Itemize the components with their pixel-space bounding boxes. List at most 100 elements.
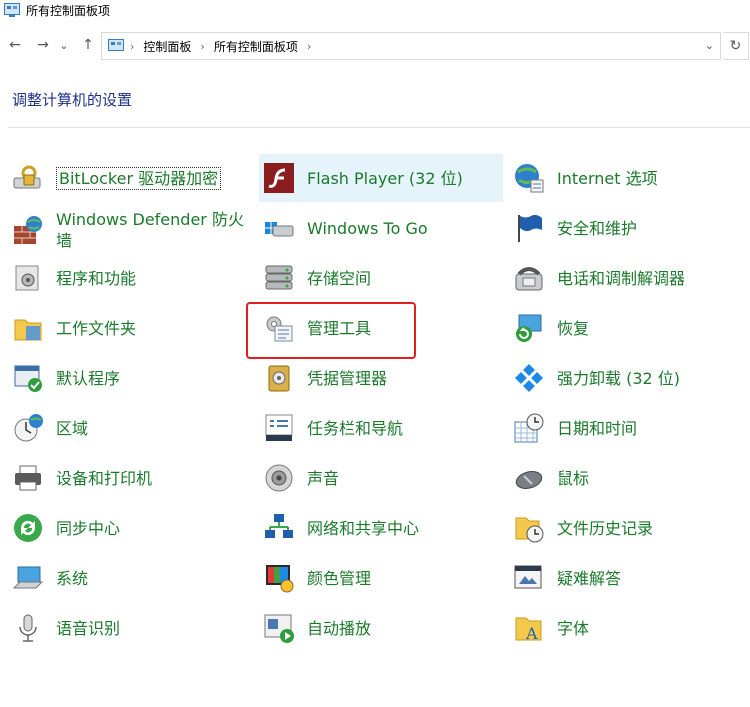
region-icon — [14, 414, 43, 442]
internet-icon — [515, 164, 544, 193]
item-programs[interactable]: 程序和功能 — [12, 254, 242, 302]
bitlocker-icon — [13, 165, 41, 189]
up-button[interactable]: ↑ — [79, 36, 97, 54]
item-internet-options[interactable]: Internet 选项 — [513, 154, 743, 202]
item-security-maintenance[interactable]: 安全和维护 — [513, 204, 743, 252]
item-default-programs[interactable]: 默认程序 — [12, 354, 242, 402]
item-taskbar-navigation[interactable]: 任务栏和导航 — [263, 404, 493, 452]
network-icon — [265, 514, 293, 538]
font-icon: A — [515, 617, 542, 643]
item-label: 设备和打印机 — [56, 468, 153, 488]
breadcrumb-control-panel[interactable]: 控制面板 — [143, 38, 191, 55]
default-programs-icon — [14, 365, 42, 392]
item-region[interactable]: 区域 — [12, 404, 242, 452]
work-folders-icon — [14, 319, 42, 341]
item-label: 鼠标 — [557, 468, 590, 488]
item-label: 系统 — [56, 568, 89, 588]
item-label: 工作文件夹 — [56, 318, 137, 338]
page-heading: 调整计算机的设置 — [12, 91, 133, 109]
item-label: 默认程序 — [56, 368, 121, 388]
item-network-sharing[interactable]: 网络和共享中心 — [263, 504, 493, 552]
item-label: 颜色管理 — [307, 568, 372, 588]
item-sync-center[interactable]: 同步中心 — [12, 504, 242, 552]
item-sound[interactable]: 声音 — [263, 454, 493, 502]
svg-text:A: A — [525, 624, 538, 643]
troubleshoot-icon — [514, 565, 542, 589]
storage-icon — [265, 265, 293, 290]
item-fonts[interactable]: A 字体 — [513, 604, 743, 652]
item-label: Windows To Go — [307, 218, 428, 238]
item-label: 恢复 — [557, 318, 590, 338]
refresh-button[interactable]: ↻ — [723, 32, 749, 60]
item-label: 文件历史记录 — [557, 518, 654, 538]
item-speech-recognition[interactable]: 语音识别 — [12, 604, 242, 652]
usb-drive-icon — [265, 222, 294, 237]
item-label: 字体 — [557, 618, 590, 638]
breadcrumb-separator[interactable]: › — [307, 40, 311, 53]
item-label: 任务栏和导航 — [307, 418, 404, 438]
item-label: 日期和时间 — [557, 418, 638, 438]
title-bar: 所有控制面板项 — [0, 0, 750, 20]
color-icon — [266, 565, 294, 593]
item-label: 区域 — [56, 418, 89, 438]
credential-icon — [268, 365, 290, 392]
item-label: 疑难解答 — [557, 568, 622, 588]
uninstall-icon — [515, 364, 543, 392]
mouse-icon — [515, 471, 543, 489]
item-credential-manager[interactable]: 凭据管理器 — [263, 354, 493, 402]
item-windows-to-go[interactable]: Windows To Go — [263, 204, 493, 252]
forward-button[interactable]: → — [34, 36, 52, 54]
item-recovery[interactable]: 恢复 — [513, 304, 743, 352]
item-color-management[interactable]: 颜色管理 — [263, 554, 493, 602]
item-label: Windows Defender 防火墙 — [56, 210, 244, 250]
highlight-annotation-box — [246, 302, 416, 359]
firewall-icon — [14, 216, 42, 244]
breadcrumb-all-items[interactable]: 所有控制面板项 — [214, 38, 298, 55]
item-label: 电话和调制解调器 — [557, 268, 686, 288]
item-troubleshooting[interactable]: 疑难解答 — [513, 554, 743, 602]
item-phone-modem[interactable]: 电话和调制解调器 — [513, 254, 743, 302]
item-flash-player[interactable]: Flash Player (32 位) — [259, 154, 503, 202]
file-history-icon — [515, 517, 544, 543]
item-storage-spaces[interactable]: 存储空间 — [263, 254, 493, 302]
item-label: BitLocker 驱动器加密 — [56, 166, 222, 190]
address-dropdown-button[interactable]: ⌄ — [705, 39, 714, 52]
window-title: 所有控制面板项 — [26, 3, 111, 18]
item-devices-printers[interactable]: 设备和打印机 — [12, 454, 242, 502]
speaker-icon — [265, 464, 293, 492]
recovery-icon — [516, 314, 542, 342]
item-label: 网络和共享中心 — [307, 518, 420, 538]
item-uninstall[interactable]: 强力卸载 (32 位) — [513, 354, 743, 402]
address-bar[interactable]: › 控制面板 › 所有控制面板项 › ⌄ — [101, 32, 721, 60]
item-label: 自动播放 — [307, 618, 372, 638]
item-label: Flash Player (32 位) — [307, 168, 463, 188]
item-firewall[interactable]: Windows Defender 防火墙 — [12, 204, 248, 256]
item-label: 同步中心 — [56, 518, 121, 538]
breadcrumb-separator[interactable]: › — [130, 40, 134, 53]
item-mouse[interactable]: 鼠标 — [513, 454, 743, 502]
navigation-bar: ← → ⌄ ↑ › 控制面板 › 所有控制面板项 › ⌄ ↻ — [0, 28, 750, 64]
programs-icon — [15, 265, 39, 291]
recent-locations-button[interactable]: ⌄ — [58, 36, 70, 54]
item-label: 凭据管理器 — [307, 368, 388, 388]
item-label: 声音 — [307, 468, 340, 488]
divider — [8, 127, 750, 128]
item-label: 安全和维护 — [557, 218, 638, 238]
item-bitlocker[interactable]: BitLocker 驱动器加密 — [12, 154, 242, 202]
flash-icon — [264, 163, 294, 193]
item-work-folders[interactable]: 工作文件夹 — [12, 304, 242, 352]
item-label: 存储空间 — [307, 268, 372, 288]
control-panel-icon — [108, 39, 124, 51]
item-system[interactable]: 系统 — [12, 554, 242, 602]
breadcrumb-separator[interactable]: › — [200, 40, 204, 53]
item-autoplay[interactable]: 自动播放 — [263, 604, 493, 652]
autoplay-icon — [264, 614, 294, 643]
clock-icon — [514, 413, 544, 443]
item-date-time[interactable]: 日期和时间 — [513, 404, 743, 452]
back-button[interactable]: ← — [6, 36, 24, 54]
microphone-icon — [19, 614, 37, 642]
item-label: Internet 选项 — [557, 168, 658, 188]
item-file-history[interactable]: 文件历史记录 — [513, 504, 743, 552]
item-label: 程序和功能 — [56, 268, 137, 288]
system-icon — [12, 566, 44, 589]
